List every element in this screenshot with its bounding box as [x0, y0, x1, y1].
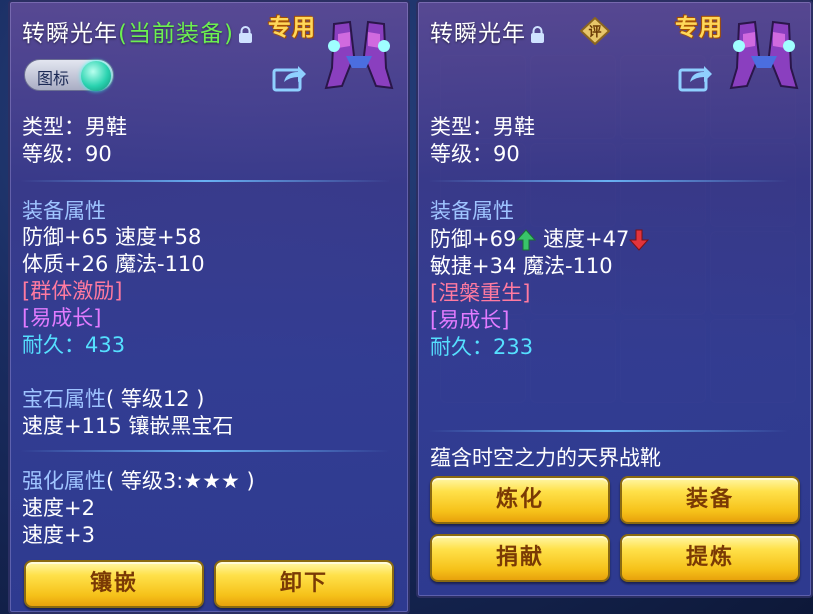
inlay-button[interactable]: 镶嵌: [24, 560, 204, 608]
icon-toggle[interactable]: 图标: [24, 59, 114, 91]
attr-speed: 速度+47: [543, 227, 630, 251]
extract-button[interactable]: 提炼: [620, 534, 800, 582]
enhance-header: 强化属性( 等级3:★★★ ): [22, 469, 255, 493]
boots-icon: [324, 20, 394, 90]
special-effect: [涅槃重生]: [430, 281, 531, 305]
special-skill: [易成长]: [430, 308, 510, 332]
special-skill: [易成长]: [22, 306, 102, 330]
durability-line: 耐久：433: [22, 333, 126, 357]
compare-item-panel: 转瞬光年 评 专用 类型：男鞋 等级：90 装备属性 防御+69 速度+47 敏…: [416, 0, 813, 598]
icon-toggle-label: 图标: [37, 69, 70, 88]
gem-header: 宝石属性( 等级12 ): [22, 387, 205, 411]
current-equipment-panel: 转瞬光年(当前装备) 专用 图标 类型：男鞋 等级：90 装备属性 防御+65 …: [8, 0, 410, 614]
svg-text:评: 评: [588, 25, 601, 40]
equip-attr-header: 装备属性: [430, 199, 514, 223]
type-line: 类型：男鞋: [22, 115, 127, 139]
current-equip-tag: (当前装备): [118, 21, 234, 47]
share-icon[interactable]: [272, 62, 308, 92]
attr-defense: 防御+69: [430, 227, 517, 251]
type-line: 类型：男鞋: [430, 115, 535, 139]
arrow-up-icon: [516, 229, 537, 251]
attr-line-2: 敏捷+34 魔法-110: [430, 254, 613, 278]
special-badge: 专用: [675, 15, 723, 41]
divider: [428, 430, 788, 432]
item-name: 转瞬光年: [430, 21, 526, 47]
gem-line: 速度+115 镶嵌黑宝石: [22, 414, 234, 438]
attr-line-1: 防御+65 速度+58: [22, 225, 202, 249]
durability-value: 233: [493, 335, 534, 359]
divider: [20, 450, 390, 452]
item-title: 转瞬光年: [430, 14, 545, 48]
durability-line: 耐久：233: [430, 335, 534, 359]
equip-attr-header: 装备属性: [22, 199, 106, 223]
divider: [20, 180, 390, 182]
equip-button[interactable]: 装备: [620, 476, 800, 524]
special-effect: [群体激励]: [22, 279, 123, 303]
donate-button[interactable]: 捐献: [430, 534, 610, 582]
boots-icon: [729, 20, 799, 90]
share-icon[interactable]: [678, 62, 714, 92]
lock-icon: [531, 26, 544, 43]
enhance-line-2: 速度+3: [22, 523, 95, 547]
attr-line-1: 防御+69 速度+47: [430, 226, 650, 252]
divider: [428, 180, 788, 182]
special-badge: 专用: [268, 15, 316, 41]
level-line: 等级：90: [430, 142, 520, 166]
toggle-knob: [81, 61, 111, 91]
item-name: 转瞬光年: [22, 21, 118, 47]
unequip-button[interactable]: 卸下: [214, 560, 394, 608]
enhance-line-1: 速度+2: [22, 496, 95, 520]
level-line: 等级：90: [22, 142, 112, 166]
attr-line-2: 体质+26 魔法-110: [22, 252, 205, 276]
lock-icon: [238, 26, 252, 43]
durability-value: 433: [85, 333, 126, 357]
appraise-icon[interactable]: 评: [580, 17, 610, 45]
item-description: 蕴含时空之力的天界战靴: [430, 446, 661, 470]
item-title: 转瞬光年(当前装备): [22, 14, 253, 48]
refine-button[interactable]: 炼化: [430, 476, 610, 524]
arrow-down-icon: [629, 229, 650, 251]
